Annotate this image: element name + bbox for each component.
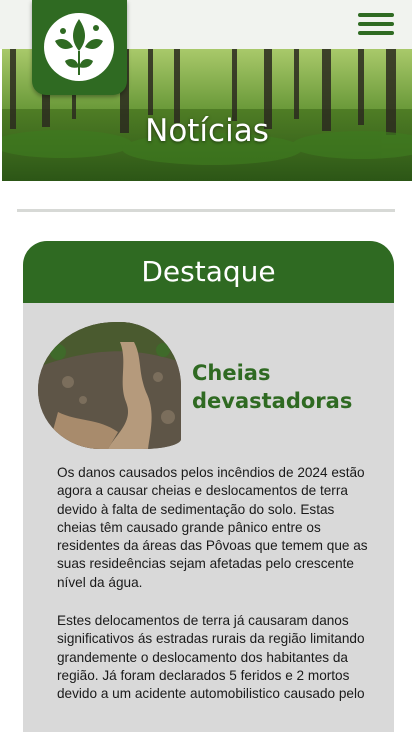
featured-heading: Destaque <box>23 241 394 303</box>
article-title[interactable]: Cheias devastadoras <box>192 359 394 415</box>
featured-card: Destaque Cheias devastadoras Os danos ca… <box>23 241 394 732</box>
section-divider <box>17 209 395 212</box>
article-body: Os danos causados pelos incêndios de 202… <box>57 464 369 724</box>
menu-button[interactable] <box>358 13 394 37</box>
hamburger-menu-icon <box>358 13 394 17</box>
leaf-bird-emblem-icon <box>44 13 114 81</box>
muddy-stream-photo <box>38 322 181 449</box>
article-paragraph: Estes delocamentos de terra já causaram … <box>57 613 365 702</box>
logo[interactable] <box>32 0 127 95</box>
page-title: Notícias <box>145 113 269 149</box>
article-paragraph: Os danos causados pelos incêndios de 202… <box>57 465 368 590</box>
article-image[interactable] <box>38 322 181 449</box>
